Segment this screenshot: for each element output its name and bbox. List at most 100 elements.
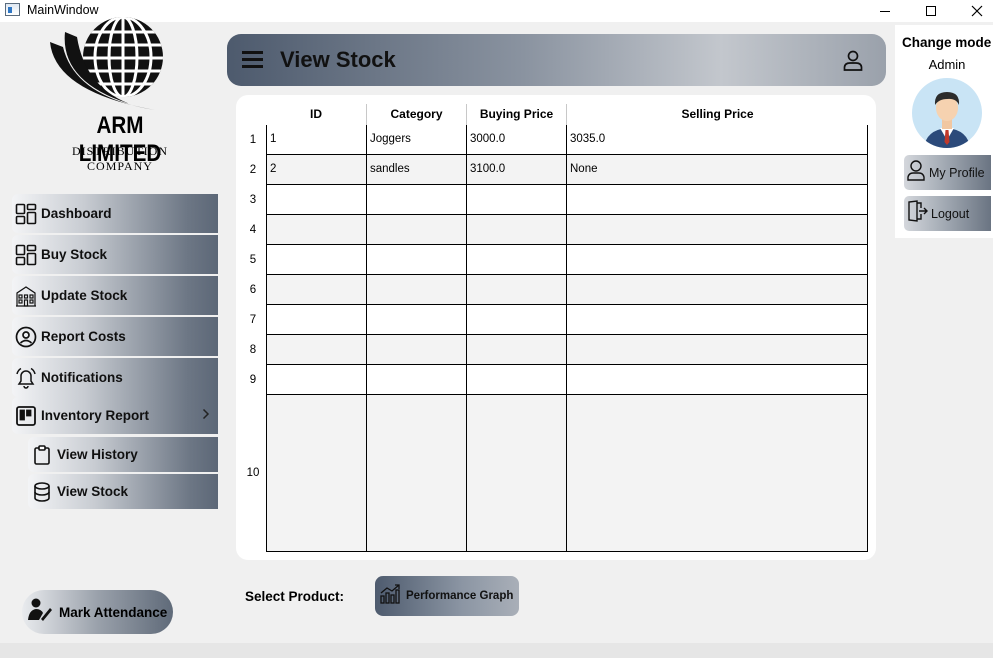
table-row[interactable]: 2 sandles 3100.0 None [267,155,867,185]
table-row[interactable] [267,275,867,305]
table-cell[interactable] [367,335,467,364]
column-header-id[interactable]: ID [266,104,367,125]
column-header-category[interactable]: Category [367,104,467,125]
table-cell[interactable] [267,305,367,334]
user-icon[interactable] [841,48,865,72]
row-header[interactable]: 9 [243,374,263,386]
dashboard-grid-icon [14,243,38,267]
table-cell[interactable]: Joggers [367,125,467,154]
logout-icon [906,200,928,227]
performance-graph-button[interactable]: Performance Graph [375,576,519,616]
logout-button[interactable]: Logout [904,196,991,231]
row-header[interactable]: 8 [243,344,263,356]
company-logo: ARM LIMITED DISTRIBUTION COMPANY [45,12,195,173]
table-cell[interactable] [267,335,367,364]
table-cell[interactable]: None [567,155,867,184]
table-cell[interactable] [567,335,867,364]
page-title: View Stock [280,47,396,72]
table-cell[interactable] [567,275,867,304]
table-cell[interactable] [567,365,867,394]
table-cell[interactable] [267,395,367,551]
maximize-icon [926,6,936,16]
my-profile-button[interactable]: My Profile [904,155,991,190]
table-cell[interactable] [467,305,567,334]
table-cell[interactable] [567,215,867,244]
table-cell[interactable] [467,365,567,394]
table-cell[interactable] [467,335,567,364]
table-cell[interactable] [467,215,567,244]
sidebar-item-dashboard[interactable]: Dashboard [12,194,218,233]
table-cell[interactable]: 3000.0 [467,125,567,154]
table-cell[interactable] [567,185,867,214]
table-cell[interactable] [367,245,467,274]
table-row[interactable] [267,365,867,395]
table-row[interactable]: 1 Joggers 3000.0 3035.0 [267,125,867,155]
table-cell[interactable] [267,185,367,214]
table-cell[interactable]: 3035.0 [567,125,867,154]
column-header-buying-price[interactable]: Buying Price [467,104,567,125]
table-cell[interactable] [567,305,867,334]
table-cell[interactable] [567,395,867,551]
row-header[interactable]: 2 [243,164,263,176]
table-row[interactable] [267,185,867,215]
chevron-right-icon [202,407,210,423]
table-cell[interactable] [367,185,467,214]
bell-icon [14,366,38,390]
table-cell[interactable]: sandles [367,155,467,184]
sidebar-item-label: Notifications [41,370,123,385]
maximize-button[interactable] [908,0,954,22]
clipboard-icon [30,443,54,467]
sidebar-item-report-costs[interactable]: Report Costs [12,317,218,356]
table-cell[interactable] [267,275,367,304]
table-cell[interactable] [467,395,567,551]
building-icon [14,284,38,308]
table-cell[interactable] [367,395,467,551]
row-header[interactable]: 1 [243,134,263,146]
table-cell[interactable] [267,215,367,244]
column-header-selling-price[interactable]: Selling Price [567,104,868,125]
minimize-button[interactable] [862,0,908,22]
table-cell[interactable]: 3100.0 [467,155,567,184]
sidebar-item-view-stock[interactable]: View Stock [28,474,218,509]
table-row[interactable] [267,305,867,335]
sidebar-item-buy-stock[interactable]: Buy Stock [12,235,218,274]
close-button[interactable] [954,0,993,22]
database-icon [30,480,54,504]
sidebar-item-view-history[interactable]: View History [28,437,218,472]
row-header[interactable]: 3 [243,194,263,206]
row-header[interactable]: 6 [243,284,263,296]
table-cell[interactable] [367,305,467,334]
change-mode-button[interactable]: Change mode [902,35,991,50]
row-header[interactable]: 10 [243,467,263,479]
table-cell[interactable] [467,245,567,274]
table-cell[interactable]: 2 [267,155,367,184]
mark-attendance-label: Mark Attendance [59,604,168,620]
table-cell[interactable] [367,275,467,304]
table-row[interactable] [267,215,867,245]
row-header[interactable]: 5 [243,254,263,266]
table-cell[interactable] [367,365,467,394]
mark-attendance-button[interactable]: Mark Attendance [22,590,173,634]
globe-logo-icon [50,17,163,110]
user-role: Admin [928,57,966,72]
table-row[interactable] [267,335,867,365]
table-cell[interactable] [267,365,367,394]
table-cell[interactable] [367,215,467,244]
menu-icon[interactable] [242,51,263,68]
table-cell[interactable] [567,245,867,274]
select-product-label: Select Product: [245,589,345,604]
sidebar-item-inventory-report[interactable]: Inventory Report [12,397,218,434]
table-row[interactable] [267,395,867,551]
table-cell[interactable] [467,275,567,304]
table-row[interactable] [267,245,867,275]
table-cell[interactable] [267,245,367,274]
row-header[interactable]: 7 [243,314,263,326]
row-header[interactable]: 4 [243,224,263,236]
sidebar-item-update-stock[interactable]: Update Stock [12,276,218,315]
table-cell[interactable] [467,185,567,214]
sidebar-item-notifications[interactable]: Notifications [12,358,218,397]
chart-icon [379,583,401,609]
user-icon [906,159,926,186]
minimize-icon [880,10,890,12]
table-cell[interactable]: 1 [267,125,367,154]
